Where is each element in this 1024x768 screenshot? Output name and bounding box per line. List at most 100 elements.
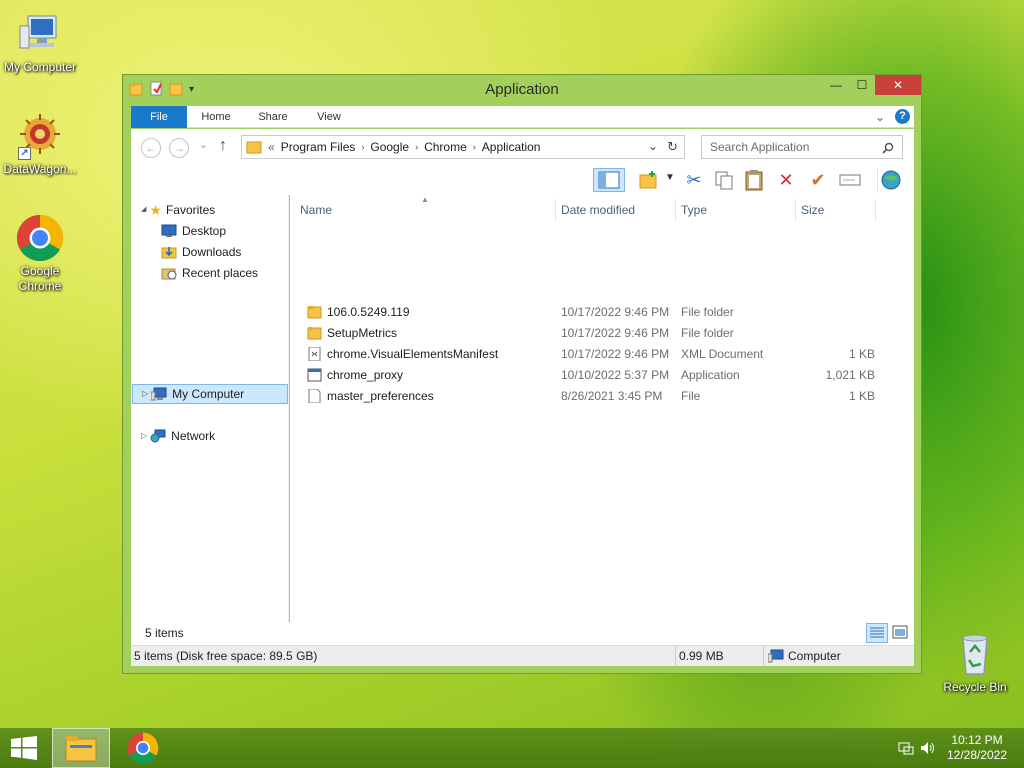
- file-size: 1 KB: [848, 347, 875, 361]
- forward-button[interactable]: →: [169, 138, 189, 158]
- file-date: 10/17/2022 9:46 PM: [561, 347, 670, 361]
- delete-button[interactable]: ✕: [773, 168, 799, 192]
- column-header-size[interactable]: Size: [801, 203, 824, 217]
- nav-network[interactable]: ▷ Network: [141, 426, 215, 446]
- refresh-icon[interactable]: ↻: [667, 139, 678, 155]
- breadcrumb-separator[interactable]: ›: [415, 142, 418, 152]
- column-divider[interactable]: [795, 199, 796, 221]
- column-divider[interactable]: [875, 199, 876, 221]
- taskbar-google-chrome[interactable]: [114, 728, 172, 768]
- file-row[interactable]: master_preferences 8/26/2021 3:45 PM Fil…: [290, 386, 914, 407]
- address-bar[interactable]: « Program Files › Google › Chrome › Appl…: [241, 135, 685, 159]
- start-button[interactable]: [0, 728, 48, 768]
- preview-pane-icon: [598, 171, 620, 189]
- column-divider[interactable]: [675, 199, 676, 221]
- nav-desktop[interactable]: Desktop: [161, 221, 226, 241]
- file-date: 10/10/2022 5:37 PM: [561, 368, 670, 382]
- preview-pane-button[interactable]: [593, 168, 625, 192]
- expand-arrow-icon[interactable]: ▷: [141, 426, 147, 446]
- tab-home[interactable]: Home: [193, 106, 239, 128]
- taskbar-file-explorer[interactable]: [52, 728, 110, 768]
- nav-downloads[interactable]: Downloads: [161, 242, 241, 262]
- location-label: Computer: [788, 649, 841, 663]
- breadcrumb-separator[interactable]: ›: [473, 142, 476, 152]
- file-type: Application: [681, 368, 740, 382]
- copy-button[interactable]: [711, 168, 737, 192]
- search-icon[interactable]: [882, 142, 894, 154]
- selection-size: 0.99 MB: [679, 649, 724, 663]
- details-view-button[interactable]: [866, 623, 888, 643]
- desktop-icon-datawagon[interactable]: ↗ DataWagon...: [0, 112, 80, 177]
- file-row[interactable]: chrome.VisualElementsManifest 10/17/2022…: [290, 344, 914, 365]
- breadcrumb-application[interactable]: Application: [482, 140, 541, 154]
- computer-icon: [768, 649, 784, 663]
- breadcrumb-chrome[interactable]: Chrome: [424, 140, 467, 154]
- new-folder-button[interactable]: [636, 168, 662, 192]
- help-icon[interactable]: ?: [895, 109, 910, 124]
- network-status-icon[interactable]: [898, 741, 914, 755]
- column-divider[interactable]: [555, 199, 556, 221]
- file-name: master_preferences: [327, 389, 434, 403]
- up-button[interactable]: ↑: [219, 137, 227, 155]
- column-header-name[interactable]: Name: [300, 203, 332, 217]
- nav-recent-places[interactable]: Recent places: [161, 263, 258, 283]
- sort-indicator-icon: ▲: [421, 195, 429, 204]
- file-row[interactable]: chrome_proxy 10/10/2022 5:37 PM Applicat…: [290, 365, 914, 386]
- nav-network-label: Network: [171, 429, 216, 443]
- disk-free-space: 5 items (Disk free space: 89.5 GB): [134, 649, 318, 663]
- nav-favorites-label: Favorites: [165, 203, 216, 217]
- file-row[interactable]: SetupMetrics 10/17/2022 9:46 PM File fol…: [290, 323, 914, 344]
- nav-desktop-label: Desktop: [182, 224, 227, 238]
- new-folder-dropdown-icon[interactable]: ▼: [665, 172, 675, 183]
- recent-locations-icon[interactable]: ⌄: [199, 138, 208, 151]
- tab-file[interactable]: File: [131, 106, 187, 128]
- tab-view[interactable]: View: [307, 106, 351, 128]
- file-type: XML Document: [681, 347, 764, 361]
- desktop-icon-my-computer[interactable]: My Computer: [0, 10, 80, 75]
- close-button[interactable]: ✕: [875, 75, 921, 95]
- checkmark-icon: ✔: [810, 170, 826, 190]
- file-size: 1 KB: [848, 389, 875, 403]
- clock-date: 12/28/2022: [946, 748, 1008, 762]
- rename-button[interactable]: [837, 168, 863, 192]
- status-bar: 5 items: [131, 622, 914, 645]
- minimize-button[interactable]: —: [823, 75, 849, 95]
- breadcrumb-program-files[interactable]: Program Files: [281, 140, 356, 154]
- open-button[interactable]: [877, 168, 903, 192]
- desktop-icon-label: My Computer: [3, 60, 77, 74]
- column-header-type[interactable]: Type: [681, 203, 707, 217]
- explorer-window[interactable]: ▾ Application — ☐ ✕ File Home Share View…: [122, 74, 922, 674]
- downloads-icon: [161, 247, 177, 259]
- nav-my-computer[interactable]: ▷ My Computer: [132, 384, 288, 404]
- back-button[interactable]: ←: [141, 138, 161, 158]
- shortcut-arrow-icon: ↗: [18, 147, 31, 160]
- breadcrumb-separator[interactable]: ›: [361, 142, 364, 152]
- clock[interactable]: 10:12 PM 12/28/2022: [946, 733, 1008, 763]
- nav-favorites[interactable]: ◢ ★ Favorites: [141, 200, 215, 220]
- breadcrumb-google[interactable]: Google: [370, 140, 409, 154]
- title-bar[interactable]: ▾ Application — ☐ ✕: [123, 75, 921, 105]
- expand-ribbon-icon[interactable]: ⌄: [875, 110, 885, 124]
- collapse-arrow-icon[interactable]: ◢: [141, 200, 146, 220]
- file-row[interactable]: 106.0.5249.119 10/17/2022 9:46 PM File f…: [290, 302, 914, 323]
- maximize-button[interactable]: ☐: [849, 75, 875, 95]
- file-name: 106.0.5249.119: [327, 305, 410, 319]
- tab-share[interactable]: Share: [249, 106, 297, 128]
- cut-button[interactable]: ✂: [681, 168, 707, 192]
- desktop-icon-google-chrome[interactable]: Google Chrome: [0, 214, 80, 294]
- paste-button[interactable]: [741, 168, 767, 192]
- select-button[interactable]: ✔: [805, 168, 831, 192]
- address-row: ← → ⌄ ↑ « Program Files › Google › Chrom…: [131, 129, 914, 165]
- recycle-bin-icon: [951, 630, 999, 678]
- chrome-icon: [16, 214, 64, 262]
- volume-icon[interactable]: [920, 741, 936, 755]
- large-icons-view-button[interactable]: [890, 623, 912, 643]
- breadcrumb-prefix[interactable]: «: [268, 140, 275, 154]
- desktop-icon-recycle-bin[interactable]: Recycle Bin: [935, 630, 1015, 695]
- address-dropdown-icon[interactable]: ⌄: [648, 139, 658, 153]
- column-header-date-modified[interactable]: Date modified: [561, 203, 635, 217]
- taskbar: 10:12 PM 12/28/2022: [0, 728, 1024, 768]
- expand-arrow-icon[interactable]: ▷: [142, 384, 148, 404]
- navigation-pane: ◢ ★ Favorites Desktop Downloads Recent p…: [131, 195, 289, 622]
- search-input[interactable]: Search Application: [701, 135, 903, 159]
